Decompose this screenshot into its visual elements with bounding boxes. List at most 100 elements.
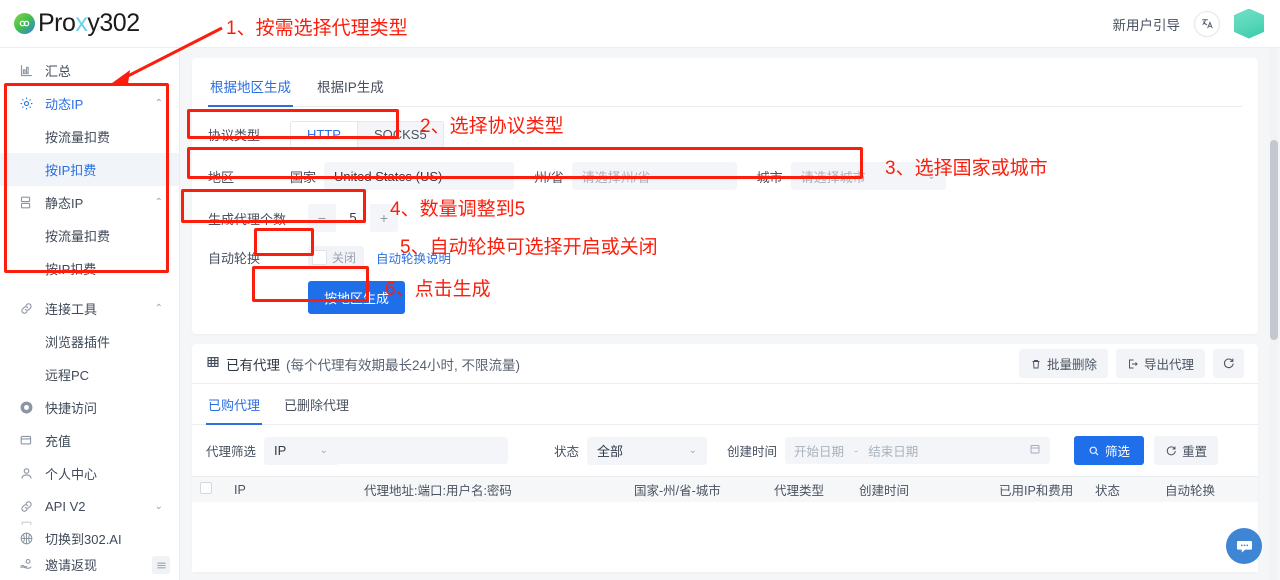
link-icon — [18, 301, 34, 317]
city-select[interactable]: 请选择城市 ⌄ — [790, 162, 946, 190]
decrement-button[interactable]: − — [308, 204, 336, 232]
proxy-filter-keyword-input[interactable] — [338, 437, 509, 464]
toggle-knob-icon — [312, 250, 327, 265]
proxy-table-header: IP 代理地址:端口:用户名:密码 国家-州/省-城市 代理类型 创建时间 已用… — [192, 476, 1258, 502]
state-placeholder: 请选择州/省 — [581, 169, 651, 185]
sidebar: 汇总 动态IP ⌃ 按流量扣费 按IP扣费 静态IP ⌃ 按流量扣费 按IP扣费… — [0, 48, 180, 580]
sidebar-subitem-dynamic-traffic[interactable]: 按流量扣费 — [0, 120, 179, 153]
page-scrollbar-thumb[interactable] — [1270, 140, 1278, 340]
bar-chart-icon — [18, 63, 34, 79]
sidebar-item-label: 连接工具 — [45, 302, 98, 317]
chevron-up-icon: ⌃ — [154, 303, 163, 314]
title-note: (每个代理有效期最长24小时, 不限流量) — [286, 357, 521, 373]
button-label: 批量删除 — [1046, 358, 1097, 372]
collapse-sidebar-icon[interactable] — [152, 556, 170, 574]
top-bar: Proxy302 新用户引导 — [0, 0, 1280, 48]
proxy-filter-type-select[interactable]: IP ⌄ — [264, 436, 339, 465]
auto-rotation-help-link[interactable]: 自动轮换说明 — [376, 248, 451, 267]
protocol-option-label: HTTP — [307, 127, 341, 142]
button-label: 导出代理 — [1143, 358, 1194, 372]
tab-generate-by-ip[interactable]: 根据IP生成 — [315, 68, 386, 107]
export-proxies-button[interactable]: 导出代理 — [1115, 349, 1205, 378]
sidebar-subitem-remote-pc[interactable]: 远程PC — [0, 358, 179, 391]
search-filter-button[interactable]: 筛选 — [1074, 436, 1145, 465]
start-date-placeholder: 开始日期 — [794, 445, 845, 459]
sidebar-subitem-static-traffic[interactable]: 按流量扣费 — [0, 219, 179, 252]
translate-icon[interactable] — [1194, 10, 1220, 37]
select-all-checkbox[interactable] — [192, 482, 226, 497]
refresh-icon — [1166, 445, 1176, 455]
column-header-used-ip-cost: 已用IP和费用 — [999, 484, 1074, 498]
refresh-button[interactable] — [1213, 349, 1244, 378]
sidebar-subitem-label: 浏览器插件 — [45, 335, 111, 350]
sidebar-item-dynamic-ip[interactable]: 动态IP ⌃ — [0, 87, 179, 120]
brand-logo[interactable]: Proxy302 — [0, 9, 140, 38]
user-icon — [18, 466, 34, 482]
generator-tabs: 根据地区生成 根据IP生成 — [208, 58, 1242, 107]
sidebar-item-label: 个人中心 — [45, 467, 98, 482]
sidebar-subitem-label: 按IP扣费 — [45, 163, 97, 178]
reset-filter-button[interactable]: 重置 — [1154, 436, 1219, 465]
proxy-count-row: 生成代理个数 − 5 + — [208, 204, 1242, 232]
tab-deleted-proxies[interactable]: 已删除代理 — [282, 384, 351, 425]
column-header-ip: IP — [234, 482, 246, 497]
cut-off-icon — [18, 517, 34, 525]
sidebar-subitem-label: 远程PC — [45, 368, 90, 383]
chat-bubble-icon[interactable] — [1226, 528, 1262, 564]
chevron-down-icon: ⌄ — [319, 445, 329, 456]
country-select[interactable]: United States (US) ⌄ — [324, 162, 515, 190]
chevron-up-icon: ⌃ — [154, 197, 163, 208]
avatar[interactable] — [1234, 8, 1264, 39]
title-text: 已有代理 — [226, 357, 280, 373]
sidebar-item-label: 邀请返现 — [45, 557, 98, 573]
chevron-down-icon: ⌄ — [495, 170, 505, 182]
sidebar-item-recharge[interactable]: 充值 — [0, 424, 179, 457]
batch-delete-button[interactable]: 批量删除 — [1018, 349, 1108, 378]
sidebar-subitem-static-ip-billing[interactable]: 按IP扣费 — [0, 252, 179, 285]
tab-label: 已购代理 — [208, 398, 261, 413]
new-user-guide-link[interactable]: 新用户引导 — [1113, 14, 1181, 34]
tab-generate-by-region[interactable]: 根据地区生成 — [208, 68, 293, 107]
quantity-value[interactable]: 5 — [336, 204, 370, 232]
protocol-option-label: SOCKS5 — [373, 127, 427, 142]
button-label: 重置 — [1182, 445, 1208, 459]
sidebar-item-switch-302ai[interactable]: 切换到302.AI — [0, 525, 179, 551]
sidebar-item-personal-center[interactable]: 个人中心 — [0, 457, 179, 490]
protocol-option-http[interactable]: HTTP — [291, 122, 358, 147]
column-header-created-time: 创建时间 — [859, 484, 910, 498]
country-value: United States (US) — [334, 168, 443, 184]
column-header-location: 国家-州/省-城市 — [634, 484, 721, 498]
region-row: 地区 国家 United States (US) ⌄ 州/省 请选择州/省 ⌄ … — [208, 162, 1242, 190]
chevron-down-icon: ⌄ — [927, 170, 936, 182]
chevron-down-icon: ⌄ — [688, 445, 698, 456]
increment-button[interactable]: + — [370, 204, 398, 232]
existing-proxies-card: 已有代理 (每个代理有效期最长24小时, 不限流量) 批量删除 导出代理 已购代… — [192, 344, 1258, 572]
existing-proxies-header: 已有代理 (每个代理有效期最长24小时, 不限流量) 批量删除 导出代理 — [192, 344, 1258, 384]
sidebar-item-static-ip[interactable]: 静态IP ⌃ — [0, 186, 179, 219]
sidebar-item-connection-tools[interactable]: 连接工具 ⌃ — [0, 292, 179, 325]
tab-purchased-proxies[interactable]: 已购代理 — [206, 384, 263, 425]
proxy-list-tabs: 已购代理 已删除代理 — [192, 384, 1258, 425]
tab-label: 根据地区生成 — [210, 80, 291, 95]
protocol-option-socks5[interactable]: SOCKS5 — [357, 122, 443, 147]
export-icon — [1129, 359, 1138, 368]
main-content: 根据地区生成 根据IP生成 协议类型 HTTP SOCKS5 地区 国家 Uni… — [180, 48, 1280, 580]
logo-text-suffix: y302 — [87, 9, 140, 37]
status-filter-select[interactable]: 全部 ⌄ — [587, 436, 708, 465]
column-header-proxy-type: 代理类型 — [774, 484, 825, 498]
city-label: 城市 — [756, 169, 783, 185]
sidebar-item-summary[interactable]: 汇总 — [0, 54, 179, 87]
sidebar-item-clipped[interactable] — [0, 514, 179, 525]
end-date-placeholder: 结束日期 — [868, 445, 919, 459]
auto-rotation-toggle[interactable]: 关闭 — [308, 246, 365, 269]
generate-by-region-button[interactable]: 按地区生成 — [308, 281, 406, 314]
status-filter-label: 状态 — [554, 445, 580, 459]
sidebar-subitem-browser-extension[interactable]: 浏览器插件 — [0, 325, 179, 358]
proxy-filter-type-value: IP — [274, 443, 287, 458]
sidebar-subitem-dynamic-ip-billing[interactable]: 按IP扣费 — [0, 153, 179, 186]
created-date-range-picker[interactable]: 开始日期 - 结束日期 — [785, 437, 1051, 464]
sidebar-item-quick-access[interactable]: 快捷访问 — [0, 391, 179, 424]
proxy-generator-card: 根据地区生成 根据IP生成 协议类型 HTTP SOCKS5 地区 国家 Uni… — [192, 58, 1258, 334]
state-select[interactable]: 请选择州/省 ⌄ — [571, 162, 737, 190]
chevron-up-icon: ⌃ — [154, 98, 163, 109]
